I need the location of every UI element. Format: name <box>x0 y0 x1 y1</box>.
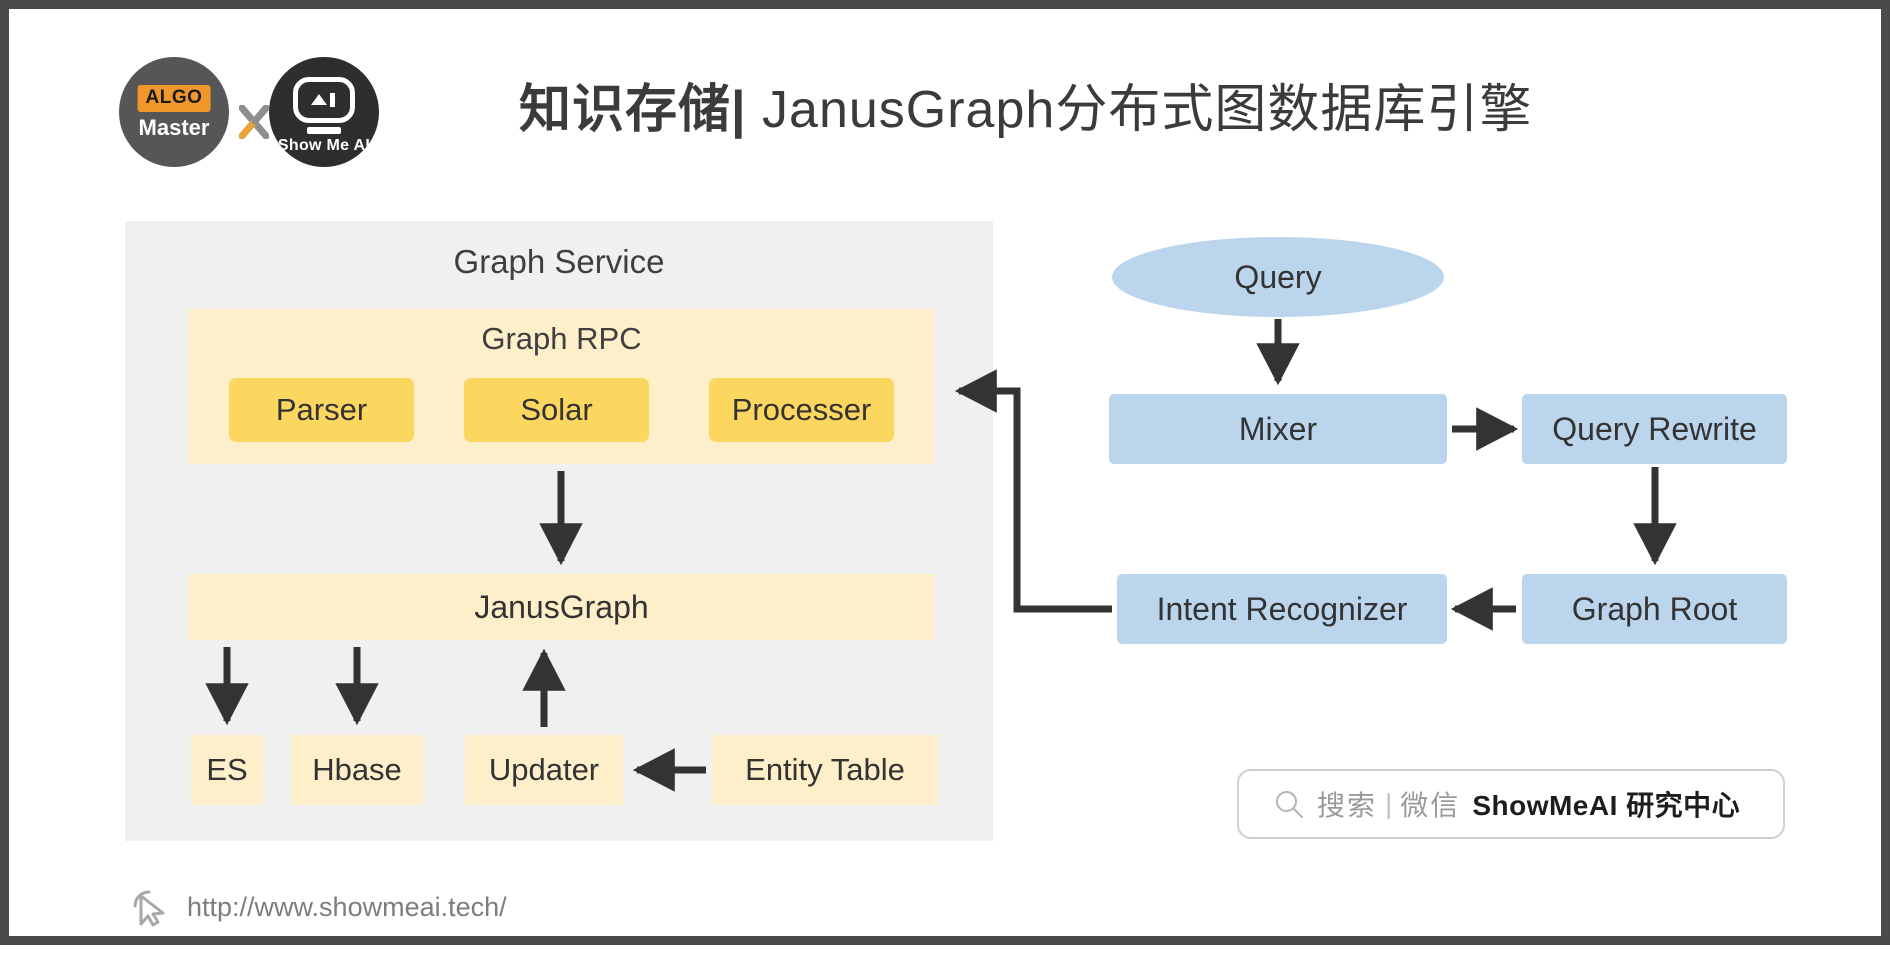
wechat-channel-label: 微信 <box>1400 790 1461 821</box>
slide-canvas: ALGO Master Show Me AI 知识存储| JanusGraph分… <box>0 0 1890 945</box>
collab-x-icon <box>239 105 269 139</box>
robot-eye-left-icon <box>311 94 327 105</box>
robot-eye-right-icon <box>330 93 335 107</box>
node-updater[interactable]: Updater <box>465 735 623 805</box>
wechat-brand-label: ShowMeAI 研究中心 <box>1472 790 1741 821</box>
node-query[interactable]: Query <box>1112 237 1444 317</box>
algomaster-logo: ALGO Master <box>119 57 229 167</box>
node-janusgraph[interactable]: JanusGraph <box>189 574 934 640</box>
node-graph-root[interactable]: Graph Root <box>1522 574 1787 644</box>
wechat-search-badge: 搜索 | 微信 ShowMeAI 研究中心 <box>1237 769 1785 839</box>
node-hbase[interactable]: Hbase <box>291 735 423 805</box>
search-icon <box>1276 791 1303 818</box>
page-title-cn: 知识存储 <box>519 81 732 139</box>
site-url-row: http://www.showmeai.tech/ <box>127 884 507 930</box>
showmeai-logo: Show Me AI <box>269 57 379 167</box>
node-es[interactable]: ES <box>191 735 263 805</box>
robot-mouth-icon <box>307 127 341 134</box>
node-parser[interactable]: Parser <box>229 378 414 442</box>
node-intent-recognizer[interactable]: Intent Recognizer <box>1117 574 1447 644</box>
wechat-divider: | <box>1385 788 1393 819</box>
graph-rpc-title: Graph RPC <box>481 321 642 356</box>
site-url: http://www.showmeai.tech/ <box>187 891 507 922</box>
node-solar[interactable]: Solar <box>464 378 649 442</box>
robot-face-icon <box>293 77 355 123</box>
node-entity-table[interactable]: Entity Table <box>712 735 938 805</box>
page-title-separator: | <box>731 81 747 139</box>
algomaster-name: Master <box>138 115 210 140</box>
cursor-icon <box>133 890 165 927</box>
page-title-en: JanusGraph分布式图数据库引擎 <box>762 81 1533 139</box>
node-query-rewrite[interactable]: Query Rewrite <box>1522 394 1787 464</box>
node-mixer[interactable]: Mixer <box>1109 394 1447 464</box>
showmeai-name: Show Me AI <box>277 137 371 154</box>
algomaster-tag: ALGO <box>137 85 211 112</box>
wechat-search-label: 搜索 <box>1317 790 1378 821</box>
page-title: 知识存储| JanusGraph分布式图数据库引擎 <box>519 67 1532 142</box>
node-processer[interactable]: Processer <box>709 378 894 442</box>
graph-service-title: Graph Service <box>453 243 665 280</box>
brand-logos: ALGO Master Show Me AI <box>119 49 399 174</box>
